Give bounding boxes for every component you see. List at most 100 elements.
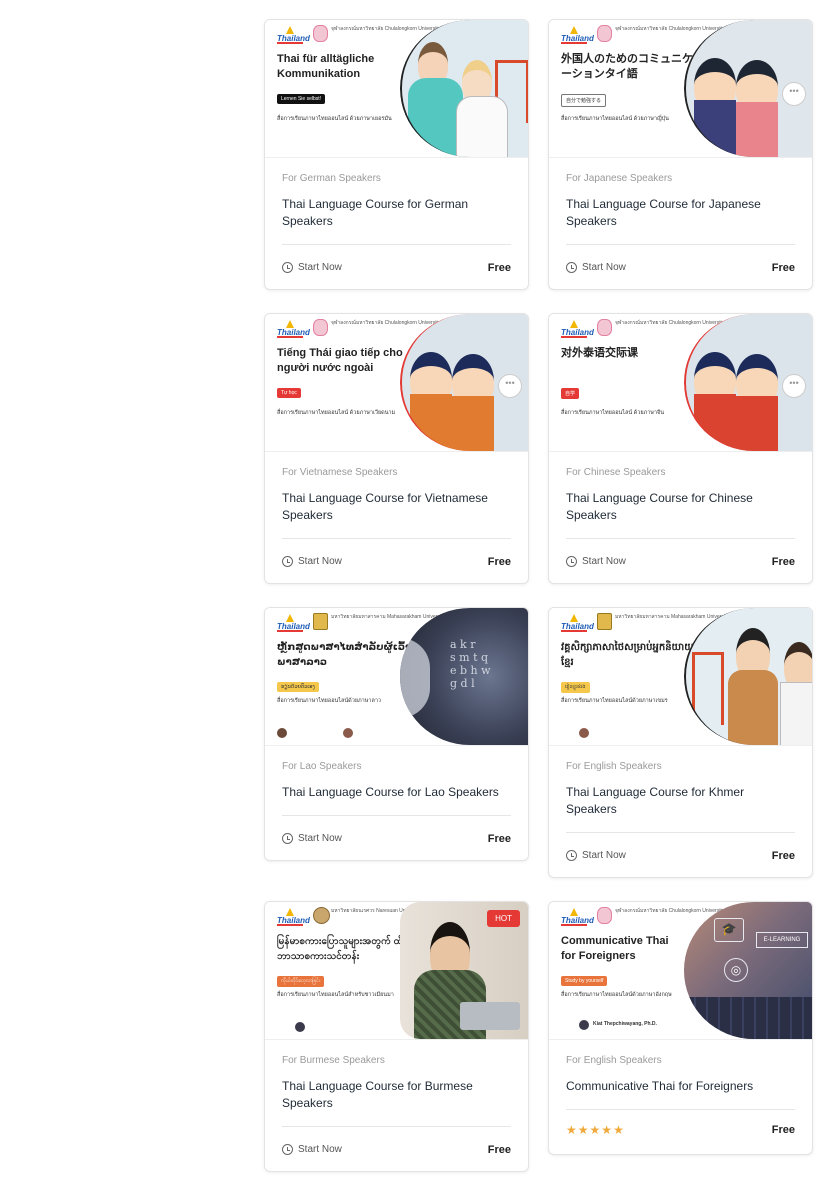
university-seal-icon [313,613,328,630]
elearning-photo: 🎓 ◎ E-LEARNING [684,902,812,1039]
university-seal-icon [313,907,330,924]
course-card-burmese[interactable]: Thailand มหาวิทยาลัยนเรศวร Naresuan Univ… [264,901,529,1172]
course-price: Free [771,1124,795,1136]
letters-photo: a k rs m t qe b h wg d l [400,608,528,745]
thailand-logo: Thailand [561,614,594,632]
course-title[interactable]: Thai Language Course for Chinese Speaker… [566,490,795,524]
course-card-german[interactable]: Thailand จุฬาลงกรณ์มหาวิทยาลัย Chulalong… [264,19,529,290]
thumbnail-title: မြန်မာစကားပြောသူများအတွက် ထိုင်းဘာသာစကား… [277,936,412,962]
thailand-logo: Thailand [561,320,594,338]
course-category: For Vietnamese Speakers [282,467,398,478]
clock-icon [282,262,293,273]
star-icon: ★ [566,1123,578,1137]
star-icon: ★ [601,1123,614,1137]
start-now-label: Start Now [298,556,342,567]
thumbnail-subtitle: สื่อการเรียนภาษาไทยออนไลน์ ด้วยภาษาญี่ปุ… [561,116,669,122]
course-thumbnail[interactable]: Thailand จุฬาลงกรณ์มหาวิทยาลัย Chulalong… [265,314,528,452]
thumbnail-badge: Lernen Sie selbst! [277,94,326,104]
course-title[interactable]: Thai Language Course for Japanese Speake… [566,196,795,230]
course-title[interactable]: Thai Language Course for Lao Speakers [282,784,511,801]
author-avatar [277,728,287,738]
course-card-lao[interactable]: Thailand มหาวิทยาลัยมหาสารคาม Mahasarakh… [264,607,529,861]
course-thumbnail[interactable]: Thailand มหาวิทยาลัยนเรศวร Naresuan Univ… [265,902,528,1040]
thumbnail-title: 对外泰语交际课 [561,347,638,359]
start-now-label: Start Now [582,262,626,273]
university-seal-icon [597,319,612,336]
star-icon: ★ [589,1123,602,1137]
thumbnail-title: ຫຼັກສູດພາສາໄທສຳລັບຜູ້ເວົ້າພາສາລາວ [277,642,412,668]
start-now-link[interactable]: Start Now [282,1144,342,1155]
university-seal-icon [597,613,612,630]
teachers-illustration [684,608,812,745]
course-card-vietnamese[interactable]: Thailand จุฬาลงกรณ์มหาวิทยาลัย Chulalong… [264,313,529,584]
course-price: Free [487,262,511,274]
start-now-label: Start Now [582,850,626,861]
course-title[interactable]: Communicative Thai for Foreigners [566,1078,795,1095]
thumbnail-title: Tiếng Thái giao tiếp cho người nước ngoà… [277,347,403,374]
course-title[interactable]: Thai Language Course for Burmese Speaker… [282,1078,511,1112]
students-illustration [400,20,528,157]
rating-stars: ★★★★★ [566,1123,625,1137]
course-category: For English Speakers [566,761,662,772]
thumbnail-subtitle: สื่อการเรียนภาษาไทยออนไลน์ ด้วยภาษาเวียด… [277,410,396,416]
thumbnail-subtitle: สื่อการเรียนภาษาไทยออนไลน์ ด้วยภาษาเยอรม… [277,116,392,122]
thailand-logo: Thailand [277,614,310,632]
thumbnail-subtitle: สื่อการเรียนภาษาไทยออนไลน์ ด้วยภาษาจีน [561,410,664,416]
clock-icon [282,833,293,844]
course-title[interactable]: Thai Language Course for Khmer Speakers [566,784,795,818]
author-avatar [579,1020,589,1030]
start-now-link[interactable]: Start Now [282,833,342,844]
course-category: For English Speakers [566,1055,662,1066]
course-thumbnail[interactable]: Thailand จุฬาลงกรณ์มหาวิทยาลัย Chulalong… [265,20,528,158]
course-thumbnail[interactable]: Thailand จุฬาลงกรณ์มหาวิทยาลัย Chulalong… [549,20,812,158]
course-price: Free [487,833,511,845]
thailand-logo: Thailand [277,908,310,926]
start-now-label: Start Now [582,556,626,567]
university-seal-icon [313,25,328,42]
course-thumbnail[interactable]: Thailand มหาวิทยาลัยมหาสารคาม Mahasarakh… [265,608,528,746]
course-price: Free [771,850,795,862]
course-category: For Japanese Speakers [566,173,673,184]
thumbnail-subtitle: สื่อการเรียนภาษาไทยออนไลน์สำหรับชาวเมียน… [277,992,394,998]
start-now-link[interactable]: Start Now [566,850,626,861]
course-card-khmer[interactable]: Thailand มหาวิทยาลัยมหาสารคาม Mahasarakh… [548,607,813,878]
course-card-chinese[interactable]: Thailand จุฬาลงกรณ์มหาวิทยาลัย Chulalong… [548,313,813,584]
start-now-label: Start Now [298,1144,342,1155]
hot-badge: HOT [487,910,520,927]
thumbnail-badge: ຮຽນດ້ວຍຕົວເອງ [277,682,319,692]
star-icon: ★ [613,1123,625,1137]
thailand-logo: Thailand [277,26,310,44]
course-price: Free [771,556,795,568]
course-title[interactable]: Thai Language Course for Vietnamese Spea… [282,490,511,524]
author-name: Kiat Thepchiwayang, Ph.D. [593,1021,657,1027]
course-thumbnail[interactable]: Thailand จุฬาลงกรณ์มหาวิทยาลัย Chulalong… [549,902,812,1040]
university-seal-icon [597,25,612,42]
course-title[interactable]: Thai Language Course for German Speakers [282,196,511,230]
course-thumbnail[interactable]: Thailand มหาวิทยาลัยมหาสารคาม Mahasarakh… [549,608,812,746]
course-thumbnail[interactable]: Thailand จุฬาลงกรณ์มหาวิทยาลัย Chulalong… [549,314,812,452]
thumbnail-subtitle: สื่อการเรียนภาษาไทยออนไลน์ด้วยภาษาเขมร [561,698,668,704]
author-avatar [295,1022,305,1032]
author-avatar [579,728,589,738]
course-price: Free [771,262,795,274]
thumbnail-badge: រៀនខ្លួនឯង [561,682,590,693]
course-category: For German Speakers [282,173,381,184]
clock-icon [566,850,577,861]
thumbnail-title: Communicative Thai for Foreigners [561,935,669,962]
course-card-japanese[interactable]: Thailand จุฬาลงกรณ์มหาวิทยาลัย Chulalong… [548,19,813,290]
start-now-link[interactable]: Start Now [282,556,342,567]
clock-icon [566,556,577,567]
thumbnail-title: វគ្គសិក្សាភាសាថៃសម្រាប់អ្នកនិយាយខ្មែរ [561,642,694,668]
course-card-communicative-thai[interactable]: Thailand จุฬาลงกรณ์มหาวิทยาลัย Chulalong… [548,901,813,1155]
thumbnail-title: 外国人のためのコミュニケーションタイ語 [561,53,693,80]
start-now-link[interactable]: Start Now [566,556,626,567]
start-now-label: Start Now [298,833,342,844]
thumbnail-subtitle: สื่อการเรียนภาษาไทยออนไลน์ด้วยภาษาลาว [277,698,382,704]
thailand-logo: Thailand [561,26,594,44]
clock-icon [282,556,293,567]
start-now-link[interactable]: Start Now [566,262,626,273]
start-now-link[interactable]: Start Now [282,262,342,273]
students-illustration: ••• [400,314,528,451]
thumbnail-subtitle: สื่อการเรียนภาษาไทยออนไลน์ด้วยภาษาอังกฤษ [561,992,672,998]
clock-icon [566,262,577,273]
